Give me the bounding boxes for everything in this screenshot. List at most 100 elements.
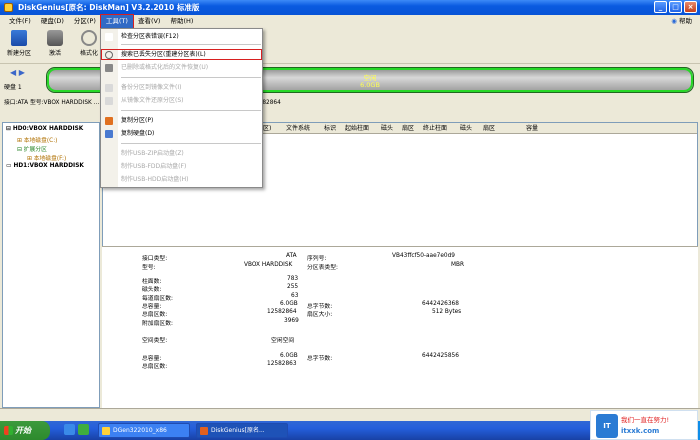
sector-size-label: 扇区大小: bbox=[307, 312, 333, 318]
close-button[interactable]: × bbox=[684, 1, 697, 13]
watermark-slogan: 我们一直在努力! bbox=[621, 416, 670, 424]
new-partition-icon bbox=[11, 30, 27, 46]
help-link-label: 帮助 bbox=[679, 17, 692, 25]
extra-sectors-label: 附加扇区数: bbox=[142, 321, 173, 327]
model-value: VBOX HARDDISK bbox=[244, 262, 293, 268]
menu-tools[interactable]: 工具(T) bbox=[99, 14, 134, 29]
disk-details: 接口类型: ATA 序列号: VB43ffcf50-aae7e0d9 型号: V… bbox=[102, 246, 698, 408]
cylinders-value: 783 bbox=[287, 276, 299, 282]
total-sectors-value: 12582864 bbox=[267, 309, 297, 315]
ie-icon[interactable] bbox=[64, 424, 75, 435]
menu-partition[interactable]: 分区(P) bbox=[69, 15, 101, 28]
tree-node-extended[interactable]: ⊟ 扩展分区 bbox=[17, 144, 47, 153]
serial-label: 序列号: bbox=[307, 256, 327, 262]
col-start-head: 磁头 bbox=[381, 125, 394, 132]
interface-label: 接口类型: bbox=[142, 256, 168, 262]
app-icon bbox=[4, 3, 13, 12]
title-bar: DiskGenius[原名: DiskMan] V3.2.2010 标准版 _ … bbox=[0, 0, 700, 15]
watermark-logo: IT bbox=[596, 414, 618, 438]
copy-disk-icon bbox=[105, 130, 113, 138]
model-label: 型号: bbox=[142, 265, 156, 271]
search-icon bbox=[105, 51, 113, 59]
app-window: DiskGenius[原名: DiskMan] V3.2.2010 标准版 _ … bbox=[0, 0, 700, 421]
tree-node-f[interactable]: ⊞ 本地磁盘(F:) bbox=[27, 153, 66, 162]
free-capacity-value: 6.0GB bbox=[280, 353, 298, 359]
task-diskgenius[interactable]: DiskGenius[原名... bbox=[196, 423, 288, 438]
col-start-cyl: 起始柱面 bbox=[345, 125, 370, 132]
menu-search-lost-partitions[interactable]: 搜索已丢失分区(重建分区表)(L) bbox=[101, 49, 262, 60]
menu-view[interactable]: 查看(V) bbox=[133, 15, 166, 28]
restore-icon bbox=[105, 97, 113, 105]
start-label: 开始 bbox=[15, 426, 31, 435]
free-bytes-value: 6442425856 bbox=[422, 353, 459, 359]
col-end-sector: 扇区 bbox=[483, 125, 496, 132]
sectors-per-track-value: 63 bbox=[291, 293, 299, 299]
col-end-head: 磁头 bbox=[460, 125, 473, 132]
task-folder[interactable]: DGen322010_x86 bbox=[98, 423, 190, 438]
menu-help[interactable]: 帮助(H) bbox=[165, 15, 198, 28]
menu-copy-partition[interactable]: 复制分区(P) bbox=[101, 115, 262, 126]
activate-icon bbox=[47, 30, 63, 46]
menu-file[interactable]: 文件(F) bbox=[4, 15, 36, 28]
partition-table-type-value: MBR bbox=[451, 262, 465, 268]
menu-restore-partition[interactable]: 从镜像文件还原分区(S) bbox=[101, 95, 262, 106]
col-start-sector: 扇区 bbox=[402, 125, 415, 132]
disk-tree: ⊟ HD0:VBOX HARDDISK ⊞ 本地磁盘(C:) ⊟ 扩展分区 ⊞ … bbox=[2, 122, 100, 408]
backup-icon bbox=[105, 84, 113, 92]
diskgenius-icon bbox=[200, 427, 208, 435]
windows-flag-icon bbox=[4, 426, 13, 435]
copy-partition-icon bbox=[105, 117, 113, 125]
folder-icon bbox=[102, 427, 110, 435]
minimize-button[interactable]: _ bbox=[654, 1, 667, 13]
space-type-value: 空闲空间 bbox=[271, 338, 295, 344]
new-partition-label: 新建分区 bbox=[6, 50, 31, 57]
format-label: 格式化 bbox=[79, 50, 98, 57]
menu-copy-disk[interactable]: 复制硬盘(D) bbox=[101, 128, 262, 139]
menu-disk[interactable]: 硬盘(D) bbox=[36, 15, 69, 28]
col-id: 标识 bbox=[324, 125, 337, 132]
sector-size-value: 512 Bytes bbox=[432, 309, 462, 315]
heads-label: 磁头数: bbox=[142, 287, 162, 293]
watermark-site: itxxk.com bbox=[621, 427, 660, 435]
activate-label: 激活 bbox=[48, 50, 61, 57]
watermark: IT 我们一直在努力! itxxk.com bbox=[590, 410, 698, 440]
col-capacity: 容量 bbox=[526, 125, 539, 132]
new-partition-button[interactable]: 新建分区 bbox=[2, 30, 36, 57]
help-link[interactable]: ◉ 帮助 bbox=[671, 15, 692, 28]
check-icon bbox=[105, 33, 113, 41]
disk-nav-arrows[interactable]: ◀ ▶ bbox=[10, 68, 25, 77]
help-icon: ◉ bbox=[671, 17, 677, 25]
start-button[interactable]: 开始 bbox=[0, 421, 50, 440]
heads-value: 255 bbox=[287, 284, 299, 290]
interface-value: ATA bbox=[286, 253, 297, 259]
col-name: 区) bbox=[263, 125, 272, 132]
col-filesystem: 文件系统 bbox=[286, 125, 311, 132]
free-sectors-value: 12582863 bbox=[267, 361, 297, 367]
tree-node-hd0[interactable]: ⊟ HD0:VBOX HARDDISK bbox=[6, 126, 83, 132]
space-type-label: 空间类型: bbox=[142, 338, 168, 344]
menu-usb-zip[interactable]: 制作USB-ZIP启动盘(Z) bbox=[101, 148, 262, 159]
free-sectors-label: 总扇区数: bbox=[142, 364, 168, 370]
recovery-icon bbox=[105, 64, 113, 72]
menu-check-partition-table[interactable]: 检查分区表错误(F12) bbox=[101, 31, 262, 42]
menu-bar: 文件(F) 硬盘(D) 分区(P) 工具(T) 查看(V) 帮助(H) bbox=[0, 14, 700, 29]
total-bytes-value: 6442426368 bbox=[422, 301, 459, 307]
activate-button[interactable]: 激活 bbox=[38, 30, 72, 57]
partition-table-type-label: 分区表类型: bbox=[307, 265, 338, 271]
desktop-icon[interactable] bbox=[78, 424, 89, 435]
extra-sectors-value: 3969 bbox=[284, 318, 299, 324]
menu-usb-fdd[interactable]: 制作USB-FDD启动盘(F) bbox=[101, 161, 262, 172]
free-bytes-label: 总字节数: bbox=[307, 356, 333, 362]
window-title: DiskGenius[原名: DiskMan] V3.2.2010 标准版 bbox=[18, 3, 200, 12]
tools-menu: 检查分区表错误(F12) 搜索已丢失分区(重建分区表)(L) 已删除或格式化后的… bbox=[100, 28, 263, 188]
total-capacity-value: 6.0GB bbox=[280, 301, 298, 307]
total-sectors-label: 总扇区数: bbox=[142, 312, 168, 318]
tree-node-hd1[interactable]: ▭ HD1:VBOX HARDDISK bbox=[6, 163, 84, 169]
menu-usb-hdd[interactable]: 制作USB-HDD启动盘(H) bbox=[101, 174, 262, 185]
tree-node-c[interactable]: ⊞ 本地磁盘(C:) bbox=[17, 135, 57, 144]
format-icon bbox=[81, 30, 97, 46]
menu-backup-partition[interactable]: 备份分区到镜像文件(I) bbox=[101, 82, 262, 93]
menu-file-recovery[interactable]: 已删除或格式化后的文件恢复(U) bbox=[101, 62, 262, 73]
maximize-button[interactable]: □ bbox=[669, 1, 682, 13]
disk-label: 硬盘 1 bbox=[4, 84, 22, 91]
